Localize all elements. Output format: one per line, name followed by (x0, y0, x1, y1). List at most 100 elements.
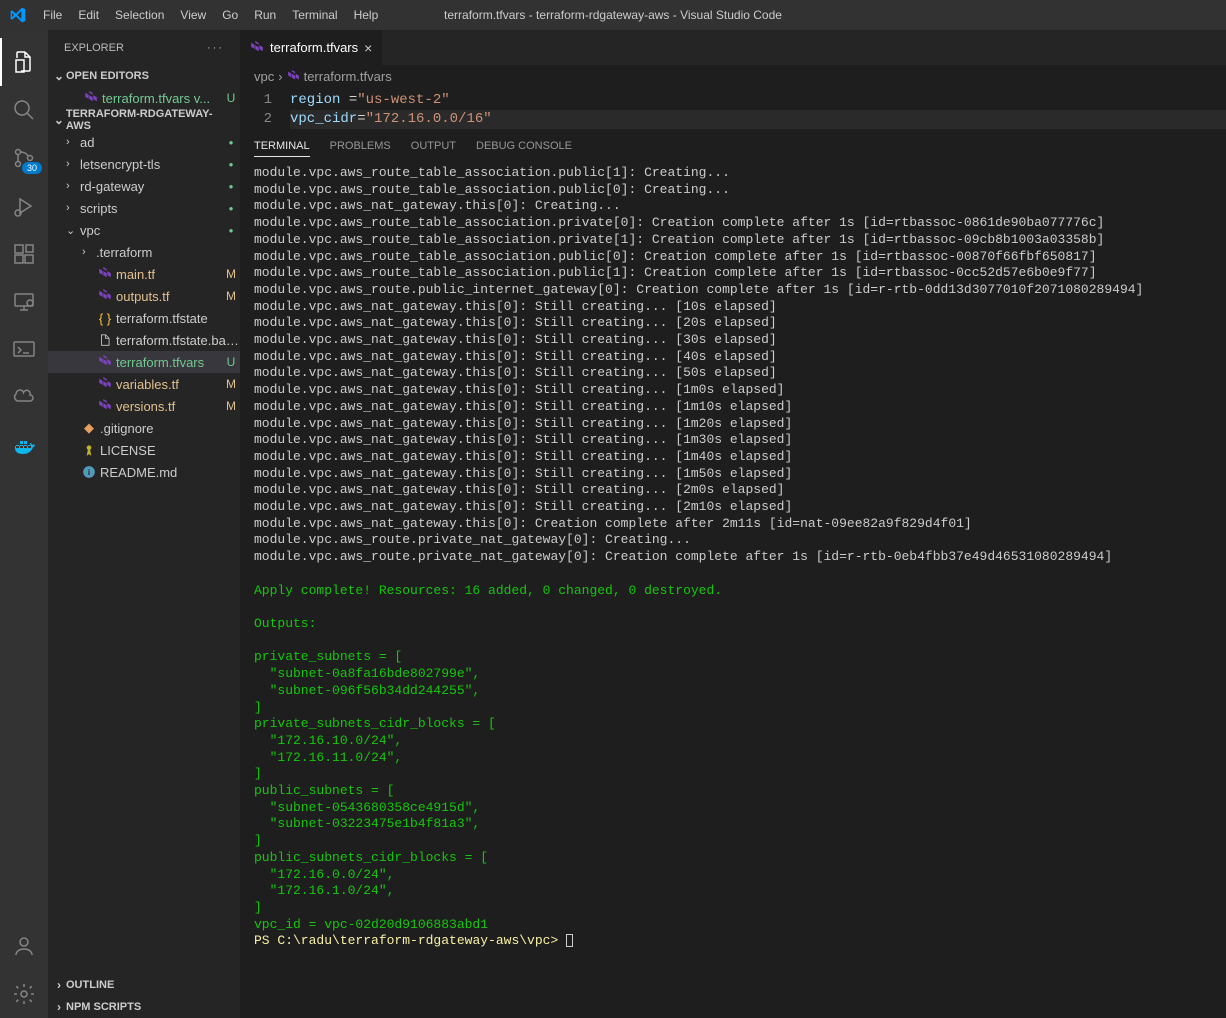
vscode-logo-icon (0, 7, 35, 23)
panel-tab-debug[interactable]: DEBUG CONSOLE (476, 136, 572, 157)
breadcrumb-item[interactable]: vpc (254, 69, 274, 84)
main-menu: File Edit Selection View Go Run Terminal… (35, 8, 386, 22)
editor-area: terraform.tfvars × vpc › terraform.tfvar… (240, 30, 1226, 1018)
status-dot: ● (222, 138, 240, 147)
status-badge: M (222, 377, 240, 391)
file-item[interactable]: terraform.tfvarsU (48, 351, 240, 373)
more-icon[interactable]: ··· (207, 42, 224, 54)
item-label: main.tf (116, 267, 222, 282)
status-dot: ● (222, 182, 240, 191)
activity-extensions[interactable] (0, 230, 48, 278)
panel-tab-terminal[interactable]: TERMINAL (254, 136, 310, 157)
panel-tab-problems[interactable]: PROBLEMS (330, 136, 391, 157)
terminal-output[interactable]: module.vpc.aws_route_table_association.p… (240, 157, 1226, 1018)
chevron-down-icon: ⌄ (52, 113, 66, 127)
open-editor-item[interactable]: terraform.tfvars v... U (48, 87, 240, 109)
line-gutter: 1 2 (240, 91, 290, 129)
item-label: ad (80, 135, 222, 150)
terraform-icon (82, 91, 100, 105)
item-label: .gitignore (100, 421, 240, 436)
activity-explorer[interactable] (0, 38, 48, 86)
status-dot: ● (222, 226, 240, 235)
menu-go[interactable]: Go (214, 8, 246, 22)
activity-debug[interactable] (0, 182, 48, 230)
titlebar: File Edit Selection View Go Run Terminal… (0, 0, 1226, 30)
folder-item[interactable]: ›.terraform (48, 241, 240, 263)
info-icon: i (80, 465, 98, 479)
window-title: terraform.tfvars - terraform-rdgateway-a… (444, 8, 782, 22)
activity-docker[interactable] (0, 422, 48, 470)
folder-item[interactable]: ⌄vpc● (48, 219, 240, 241)
file-item[interactable]: outputs.tfM (48, 285, 240, 307)
menu-view[interactable]: View (172, 8, 214, 22)
editor-tab[interactable]: terraform.tfvars × (240, 30, 383, 65)
folder-item[interactable]: ›letsencrypt-tls● (48, 153, 240, 175)
open-editor-label: terraform.tfvars v... (102, 91, 222, 106)
activitybar: 30 (0, 30, 48, 1018)
outline-header[interactable]: › OUTLINE (48, 974, 240, 996)
activity-search[interactable] (0, 86, 48, 134)
file-item[interactable]: ◆.gitignore (48, 417, 240, 439)
activity-settings[interactable] (0, 970, 48, 1018)
activity-remote-ssh[interactable] (0, 326, 48, 374)
panel-tab-output[interactable]: OUTPUT (411, 136, 456, 157)
scm-badge: 30 (22, 162, 42, 174)
terraform-icon (96, 267, 114, 281)
panel: TERMINAL PROBLEMS OUTPUT DEBUG CONSOLE m… (240, 129, 1226, 1018)
chevron-down-icon: ⌄ (66, 224, 80, 237)
sidebar: EXPLORER ··· ⌄ OPEN EDITORS terraform.tf… (48, 30, 240, 1018)
panel-tabs: TERMINAL PROBLEMS OUTPUT DEBUG CONSOLE (240, 130, 1226, 157)
status-badge: U (222, 355, 240, 369)
json-icon: { } (96, 311, 114, 326)
item-label: terraform.tfstate.backup (116, 333, 240, 348)
folder-item[interactable]: ›rd-gateway● (48, 175, 240, 197)
file-item[interactable]: variables.tfM (48, 373, 240, 395)
item-label: .terraform (96, 245, 240, 260)
file-item[interactable]: LICENSE (48, 439, 240, 461)
npm-header[interactable]: › NPM SCRIPTS (48, 996, 240, 1018)
chevron-right-icon: › (66, 202, 80, 214)
file-tree: ›ad●›letsencrypt-tls●›rd-gateway●›script… (48, 131, 240, 974)
activity-aws[interactable] (0, 374, 48, 422)
item-label: LICENSE (100, 443, 240, 458)
menu-selection[interactable]: Selection (107, 8, 172, 22)
file-item[interactable]: iREADME.md (48, 461, 240, 483)
file-item[interactable]: terraform.tfstate.backup (48, 329, 240, 351)
breadcrumbs[interactable]: vpc › terraform.tfvars (240, 65, 1226, 87)
status-badge: M (222, 399, 240, 413)
file-item[interactable]: versions.tfM (48, 395, 240, 417)
activity-remote[interactable] (0, 278, 48, 326)
file-item[interactable]: main.tfM (48, 263, 240, 285)
code-content[interactable]: region ="us-west-2" vpc_cidr="172.16.0.0… (290, 91, 1226, 129)
folder-item[interactable]: ›ad● (48, 131, 240, 153)
terraform-icon (96, 289, 114, 303)
status-dot: ● (222, 160, 240, 169)
sidebar-title: EXPLORER (64, 42, 124, 54)
item-label: terraform.tfstate (116, 311, 240, 326)
status-badge: M (222, 289, 240, 303)
chevron-right-icon: › (52, 978, 66, 992)
open-editors-header[interactable]: ⌄ OPEN EDITORS (48, 65, 240, 87)
folder-item[interactable]: ›scripts● (48, 197, 240, 219)
menu-edit[interactable]: Edit (70, 8, 107, 22)
close-icon[interactable]: × (364, 40, 372, 56)
item-label: rd-gateway (80, 179, 222, 194)
svg-text:i: i (88, 468, 90, 477)
workspace-header[interactable]: ⌄ TERRAFORM-RDGATEWAY-AWS (48, 109, 240, 131)
item-label: versions.tf (116, 399, 222, 414)
code-editor[interactable]: 1 2 region ="us-west-2" vpc_cidr="172.16… (240, 87, 1226, 129)
activity-scm[interactable]: 30 (0, 134, 48, 182)
menu-terminal[interactable]: Terminal (284, 8, 345, 22)
menu-run[interactable]: Run (246, 8, 284, 22)
activity-account[interactable] (0, 922, 48, 970)
terraform-icon (250, 41, 264, 55)
file-item[interactable]: { }terraform.tfstate (48, 307, 240, 329)
menu-help[interactable]: Help (346, 8, 387, 22)
terraform-icon (96, 355, 114, 369)
breadcrumb-item[interactable]: terraform.tfvars (304, 69, 392, 84)
menu-file[interactable]: File (35, 8, 70, 22)
chevron-right-icon: › (66, 180, 80, 192)
editor-tabs: terraform.tfvars × (240, 30, 1226, 65)
chevron-down-icon: ⌄ (52, 69, 66, 83)
status-dot: ● (222, 204, 240, 213)
